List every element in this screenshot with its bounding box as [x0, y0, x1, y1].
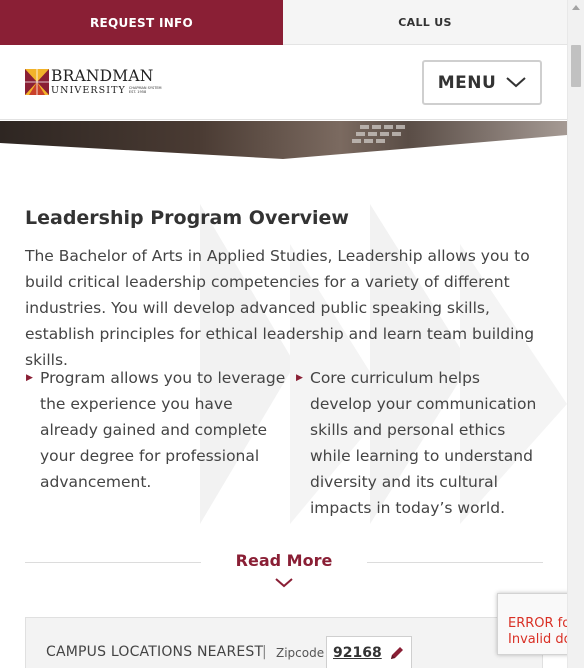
zipcode-field[interactable]: 92168	[326, 636, 412, 668]
read-more-control: Read More	[25, 549, 543, 589]
zipcode-value[interactable]: 92168	[333, 645, 382, 661]
call-us-button[interactable]: CALL US	[283, 0, 567, 45]
list-item: ▶ Program allows you to leverage the exp…	[25, 365, 295, 521]
list-item: ▶ Core curriculum helps develop your com…	[295, 365, 545, 521]
menu-label: MENU	[437, 72, 497, 93]
campus-separator: |	[262, 644, 267, 660]
section-title: Leadership Program Overview	[25, 207, 349, 229]
menu-button[interactable]: MENU	[422, 60, 542, 105]
chevron-down-icon	[506, 73, 526, 93]
brandman-logo[interactable]: BRANDMAN UNIVERSITY CHAPMAN SYSTEM EST. …	[25, 67, 162, 96]
recaptcha-error-line: ERROR fo	[508, 616, 571, 631]
logo-tagline-est: EST. 1958	[128, 90, 147, 95]
top-action-bar: REQUEST INFO CALL US	[0, 0, 567, 45]
hero-image	[0, 121, 567, 159]
campus-locations-panel: CAMPUS LOCATIONS NEAREST | Zipcode 92168	[25, 617, 543, 668]
list-item-text: Program allows you to leverage the exper…	[40, 369, 286, 491]
intro-paragraph: The Bachelor of Arts in Applied Studies,…	[25, 247, 535, 369]
logo-mark-icon	[25, 69, 49, 95]
logo-name: BRANDMAN	[51, 67, 154, 85]
pencil-icon[interactable]	[389, 645, 405, 665]
recaptcha-error-detail: Invalid do	[508, 632, 572, 647]
site-header: BRANDMAN UNIVERSITY CHAPMAN SYSTEM EST. …	[0, 45, 567, 120]
request-info-button[interactable]: REQUEST INFO	[0, 0, 283, 45]
program-overview-section: Leadership Program Overview The Bachelor…	[0, 159, 567, 668]
logo-tagline: CHAPMAN SYSTEM EST. 1958	[128, 86, 162, 95]
recaptcha-error-badge[interactable]: ERROR fo Invalid do	[497, 593, 577, 655]
caret-right-icon: ▶	[296, 373, 303, 383]
zipcode-label: Zipcode	[276, 646, 325, 660]
scrollbar[interactable]	[567, 0, 584, 668]
read-more-link[interactable]: Read More	[25, 551, 543, 570]
scroll-up-arrow-icon[interactable]	[572, 5, 580, 10]
caret-right-icon: ▶	[26, 373, 33, 383]
chevron-down-icon[interactable]	[275, 573, 293, 592]
logo-university: UNIVERSITY	[51, 84, 126, 96]
logo-wordmark: BRANDMAN UNIVERSITY CHAPMAN SYSTEM EST. …	[51, 67, 162, 96]
highlights-list: ▶ Program allows you to leverage the exp…	[25, 365, 545, 521]
list-item-text: Core curriculum helps develop your commu…	[310, 369, 537, 517]
scrollbar-thumb[interactable]	[571, 45, 581, 87]
logo-sub: UNIVERSITY CHAPMAN SYSTEM EST. 1958	[51, 84, 162, 96]
campus-locations-label: CAMPUS LOCATIONS NEAREST	[46, 644, 264, 660]
